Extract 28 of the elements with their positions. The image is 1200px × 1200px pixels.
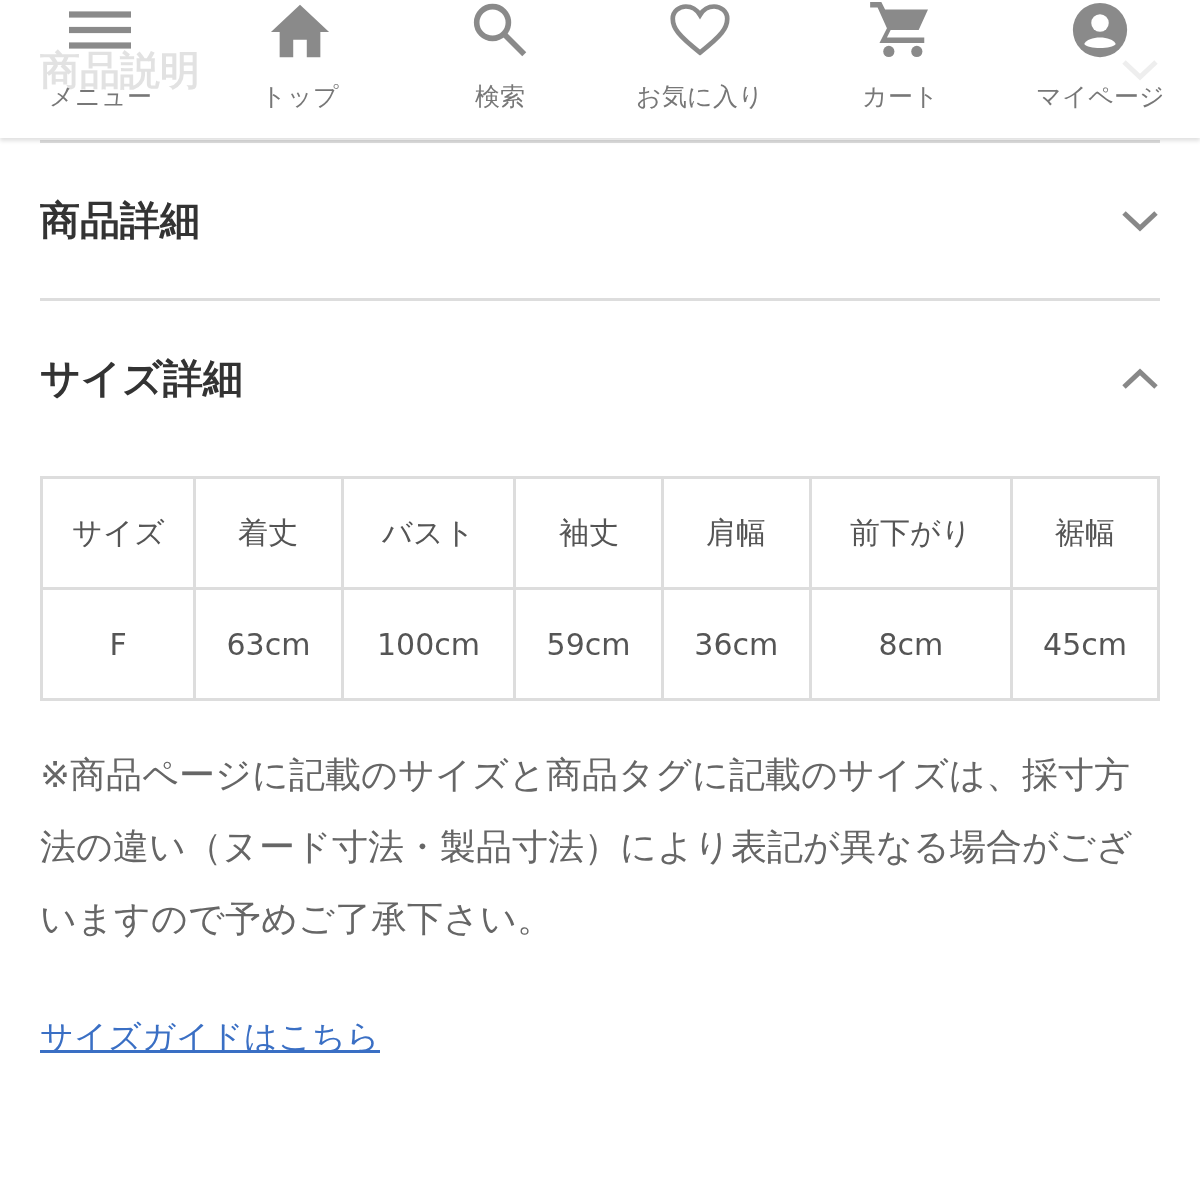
size-note: ※商品ページに記載のサイズと商品タグに記載のサイズは、採寸方法の違い（ヌード寸法・製品寸法）により表記が異なる場合がございますので予めご了承下さい。 <box>40 753 1134 941</box>
section-title[interactable]: サイズ詳細 <box>40 351 243 406</box>
table-header-cell: バスト <box>342 477 515 589</box>
table-cell: 100cm <box>342 588 515 700</box>
table-cell: F <box>41 588 195 700</box>
table-header-cell: 前下がり <box>810 477 1012 589</box>
nav-label[interactable]: お気に入り <box>636 80 764 113</box>
size-guide-link[interactable]: サイズガイドはこちら <box>40 1015 380 1060</box>
table-cell: 45cm <box>1011 588 1159 700</box>
table-cell: 63cm <box>194 588 343 700</box>
table-header-cell: 裾幅 <box>1011 477 1159 589</box>
home-icon[interactable] <box>269 2 331 58</box>
heart-icon[interactable] <box>669 2 731 58</box>
nav-label[interactable]: 検索 <box>475 80 525 113</box>
table-cell: 36cm <box>662 588 811 700</box>
nav-label[interactable]: トップ <box>261 80 339 113</box>
table-cell: 8cm <box>810 588 1012 700</box>
table-header-cell: 着丈 <box>194 477 343 589</box>
chevron-down-icon[interactable] <box>1120 208 1160 233</box>
table-cell: 59cm <box>514 588 663 700</box>
nav-label[interactable]: カート <box>861 80 939 113</box>
nav-label[interactable]: マイページ <box>1035 80 1165 113</box>
table-header-cell: 袖丈 <box>514 477 663 589</box>
table-header-cell: サイズ <box>41 477 195 589</box>
chevron-up-icon[interactable] <box>1120 366 1160 391</box>
cart-icon[interactable] <box>869 2 931 58</box>
table-header-cell: 肩幅 <box>662 477 811 589</box>
section-title[interactable]: 商品詳細 <box>40 193 200 248</box>
